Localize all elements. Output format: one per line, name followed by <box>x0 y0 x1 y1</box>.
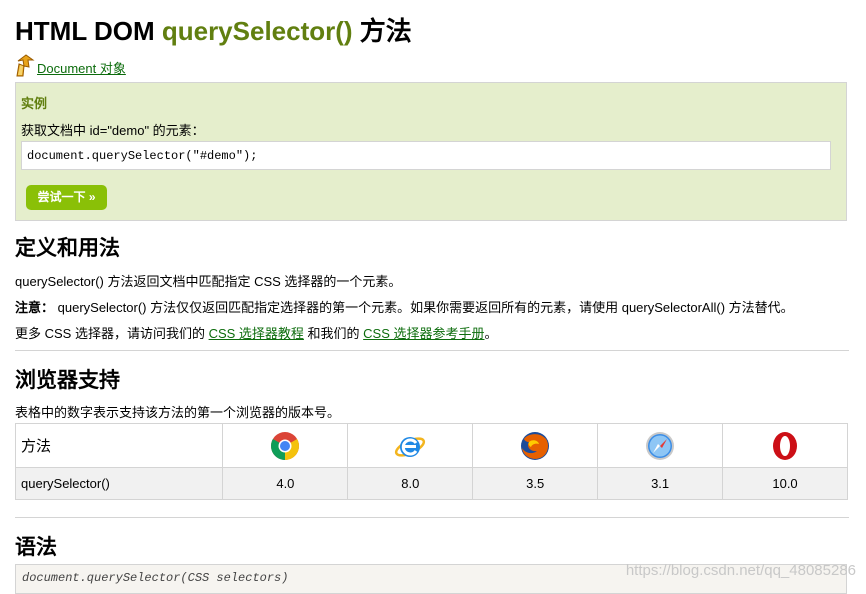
title-suffix: 方法 <box>352 16 412 46</box>
table-header-row: 方法 <box>14 423 848 468</box>
browser-support-description: 表格中的数字表示支持该方法的第一个浏览器的版本号。 <box>15 405 341 420</box>
opera-version: 10.0 <box>722 467 848 500</box>
example-heading: 实例 <box>21 96 48 111</box>
ie-icon <box>395 436 426 457</box>
opera-icon <box>773 431 798 460</box>
title-method-name: querySelector() <box>161 16 353 46</box>
table-row: querySelector() 4.0 8.0 3.5 3.1 10.0 <box>14 467 848 500</box>
safari-version: 3.1 <box>597 467 724 500</box>
css-selectors-tutorial-link[interactable]: CSS 选择器教程 <box>209 326 304 341</box>
css-selectors-reference-link[interactable]: CSS 选择器参考手册 <box>363 326 484 341</box>
method-column-header: 方法 <box>14 423 224 468</box>
chrome-version: 4.0 <box>222 467 349 500</box>
method-name-cell: querySelector() <box>14 467 224 500</box>
note-label: 注意： <box>15 300 55 315</box>
firefox-icon <box>521 431 550 460</box>
example-description: 获取文档中 id="demo" 的元素： <box>21 123 205 138</box>
ie-version: 8.0 <box>347 467 474 500</box>
note-body: querySelector() 方法仅仅返回匹配指定选择器的第一个元素。如果你需… <box>54 300 794 315</box>
syntax-heading: 语法 <box>15 536 57 559</box>
ie-column <box>347 423 474 468</box>
chrome-column <box>222 423 349 468</box>
more-selectors-text: 更多 CSS 选择器，请访问我们的 CSS 选择器教程 和我们的 CSS 选择器… <box>15 323 498 342</box>
more-mid: 和我们的 <box>303 326 364 341</box>
opera-column <box>722 423 848 468</box>
firefox-version: 3.5 <box>472 467 599 500</box>
browser-support-table: 方法 querySelector() 4.0 8.0 3.5 3.1 10.0 <box>14 423 848 500</box>
back-arrow-icon <box>16 54 35 77</box>
example-code: document.querySelector("#demo"); <box>21 141 831 170</box>
firefox-column <box>472 423 599 468</box>
definition-heading: 定义和用法 <box>15 237 120 260</box>
browser-support-heading: 浏览器支持 <box>15 369 120 392</box>
divider <box>15 350 849 351</box>
safari-icon <box>646 431 675 460</box>
try-it-button[interactable]: 尝试一下 » <box>26 185 107 210</box>
document-object-link[interactable]: Document 对象 <box>37 58 126 77</box>
more-prefix: 更多 CSS 选择器，请访问我们的 <box>15 326 209 341</box>
back-link-row[interactable]: Document 对象 <box>15 50 126 78</box>
definition-text: querySelector() 方法返回文档中匹配指定 CSS 选择器的一个元素… <box>15 274 402 289</box>
note-text: 注意： querySelector() 方法仅仅返回匹配指定选择器的第一个元素。… <box>15 297 794 316</box>
divider <box>15 517 849 518</box>
chrome-icon <box>271 431 300 460</box>
example-box: 实例 获取文档中 id="demo" 的元素： document.querySe… <box>15 82 847 221</box>
title-prefix: HTML DOM <box>15 16 162 46</box>
more-suffix: 。 <box>484 326 498 341</box>
page-title: HTML DOM querySelector() 方法 <box>15 11 412 48</box>
watermark: https://blog.csdn.net/qq_48085286 <box>625 562 856 579</box>
safari-column <box>597 423 724 468</box>
